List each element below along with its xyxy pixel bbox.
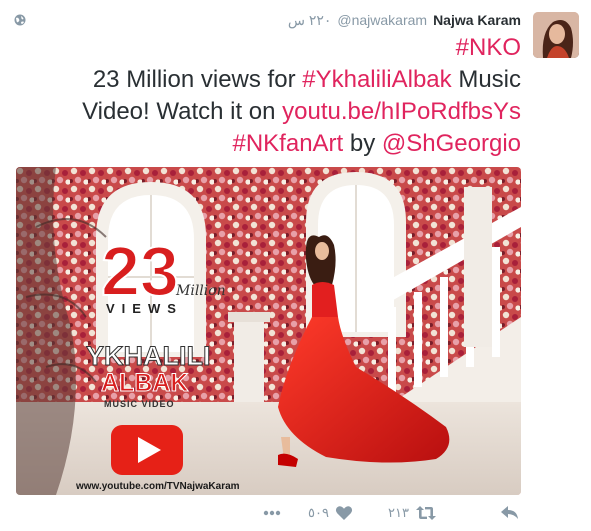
title-line1: YKHALILI (86, 341, 211, 371)
music-video-label: MUSIC VIDEO (104, 399, 175, 409)
more-button[interactable] (262, 503, 282, 523)
tweet-text-part1: 23 Million views for (92, 66, 303, 93)
like-button[interactable]: ٥٠٩ (308, 503, 353, 523)
retweet-button[interactable]: ٢١٣ (388, 503, 437, 523)
tweet-text: #NKO 23 Million views for #YkhaliliAlbak… (31, 32, 521, 160)
tweet-card: ٢٢٠ س @najwakaram Najwa Karam #NKO 23 Mill… (0, 0, 591, 531)
title-line2: ALBAK (101, 369, 189, 397)
channel-url: www.youtube.com/TVNajwaKaram (75, 481, 240, 492)
retweet-count: ٢١٣ (388, 505, 409, 520)
hashtag-nkfanart[interactable]: #NKfanArt (232, 130, 343, 157)
play-icon[interactable] (111, 425, 183, 475)
like-count: ٥٠٩ (308, 505, 329, 520)
tweet-media-image[interactable]: 23 Million VIEWS YKHALILI ALBAK MUSIC VI… (16, 167, 521, 495)
hashtag-ykhalilialbak[interactable]: #YkhaliliAlbak (302, 66, 451, 93)
retweet-icon (415, 504, 437, 522)
hashtag-nko[interactable]: #NKO (456, 34, 521, 61)
avatar[interactable] (533, 12, 579, 58)
like-icon (335, 504, 353, 522)
mention-shgeorgio[interactable]: @ShGeorgio (382, 130, 521, 157)
reply-icon (500, 504, 520, 522)
user-handle[interactable]: @najwakaram (337, 12, 427, 28)
youtube-link[interactable]: youtu.be/hIPoRdfbsYs (282, 98, 521, 125)
tweet-text-part3: by (343, 130, 382, 157)
tweet-header: ٢٢٠ س @najwakaram Najwa Karam (288, 11, 521, 29)
views-label: VIEWS (106, 301, 183, 316)
tweet-timestamp[interactable]: ٢٢٠ س (288, 12, 332, 28)
more-icon (262, 503, 282, 523)
globe-icon (14, 13, 26, 26)
big-number-23: 23 (101, 232, 179, 310)
display-name[interactable]: Najwa Karam (433, 12, 521, 28)
million-label: Million (175, 283, 226, 299)
tweet-actions: ٥٠٩ ٢١٣ (0, 503, 591, 527)
reply-button[interactable] (500, 503, 520, 523)
